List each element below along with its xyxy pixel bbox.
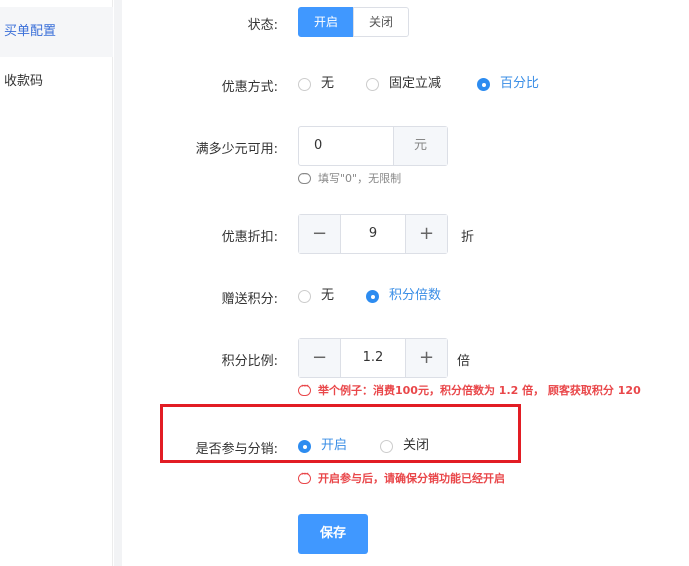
discount-type-radio-percent[interactable]: 百分比	[477, 74, 557, 94]
points-ratio-stepper[interactable]: − 1.2 +	[298, 338, 448, 378]
discount-value[interactable]: 9	[341, 215, 405, 253]
distribution-radio-off[interactable]: 关闭	[380, 436, 440, 456]
points-ratio-plus-button[interactable]: +	[405, 339, 447, 377]
save-button[interactable]: 保存	[298, 514, 368, 554]
radio-circle-icon	[298, 78, 311, 91]
sidebar-item-payment-code[interactable]: 收款码	[0, 57, 113, 107]
discount-unit: 折	[461, 230, 475, 245]
status-label: 状态:	[247, 18, 278, 33]
discount-label: 优惠折扣:	[221, 230, 278, 245]
sidebar: 买单配置 收款码	[0, 0, 113, 566]
discount-minus-button[interactable]: −	[299, 215, 341, 253]
distribution-label: 是否参与分销:	[195, 442, 278, 457]
status-on-button[interactable]: 开启	[298, 7, 354, 37]
bonus-points-radio-none[interactable]: 无	[298, 286, 348, 306]
sidebar-item-buy-config[interactable]: 买单配置	[0, 7, 113, 57]
status-off-button[interactable]: 关闭	[353, 7, 409, 37]
discount-plus-button[interactable]: +	[405, 215, 447, 253]
discount-type-radio-fixed[interactable]: 固定立减	[366, 74, 456, 94]
discount-stepper[interactable]: − 9 +	[298, 214, 448, 254]
radio-circle-icon	[380, 440, 393, 453]
distribution-radio-on[interactable]: 开启	[298, 436, 358, 456]
radio-circle-icon	[366, 78, 379, 91]
points-ratio-label: 积分比例:	[221, 354, 278, 369]
bonus-points-radio-multiplier[interactable]: 积分倍数	[366, 286, 456, 306]
radio-circle-icon	[298, 290, 311, 303]
radio-checked-icon	[298, 440, 311, 453]
points-ratio-unit: 倍	[457, 354, 471, 369]
info-bubble-icon	[298, 468, 311, 484]
points-ratio-minus-button[interactable]: −	[299, 339, 341, 377]
discount-type-label: 优惠方式:	[221, 80, 278, 95]
discount-type-radio-none[interactable]: 无	[298, 74, 348, 94]
min-amount-input[interactable]: 0 元	[298, 126, 448, 166]
info-bubble-icon	[298, 380, 311, 396]
bonus-points-label: 赠送积分:	[221, 292, 278, 307]
points-ratio-value[interactable]: 1.2	[341, 339, 405, 377]
min-amount-value: 0	[314, 138, 323, 153]
min-amount-suffix: 元	[393, 127, 447, 165]
radio-checked-icon	[477, 78, 490, 91]
info-bubble-icon	[298, 168, 311, 184]
min-amount-label: 满多少元可用:	[195, 142, 278, 157]
radio-checked-icon	[366, 290, 379, 303]
